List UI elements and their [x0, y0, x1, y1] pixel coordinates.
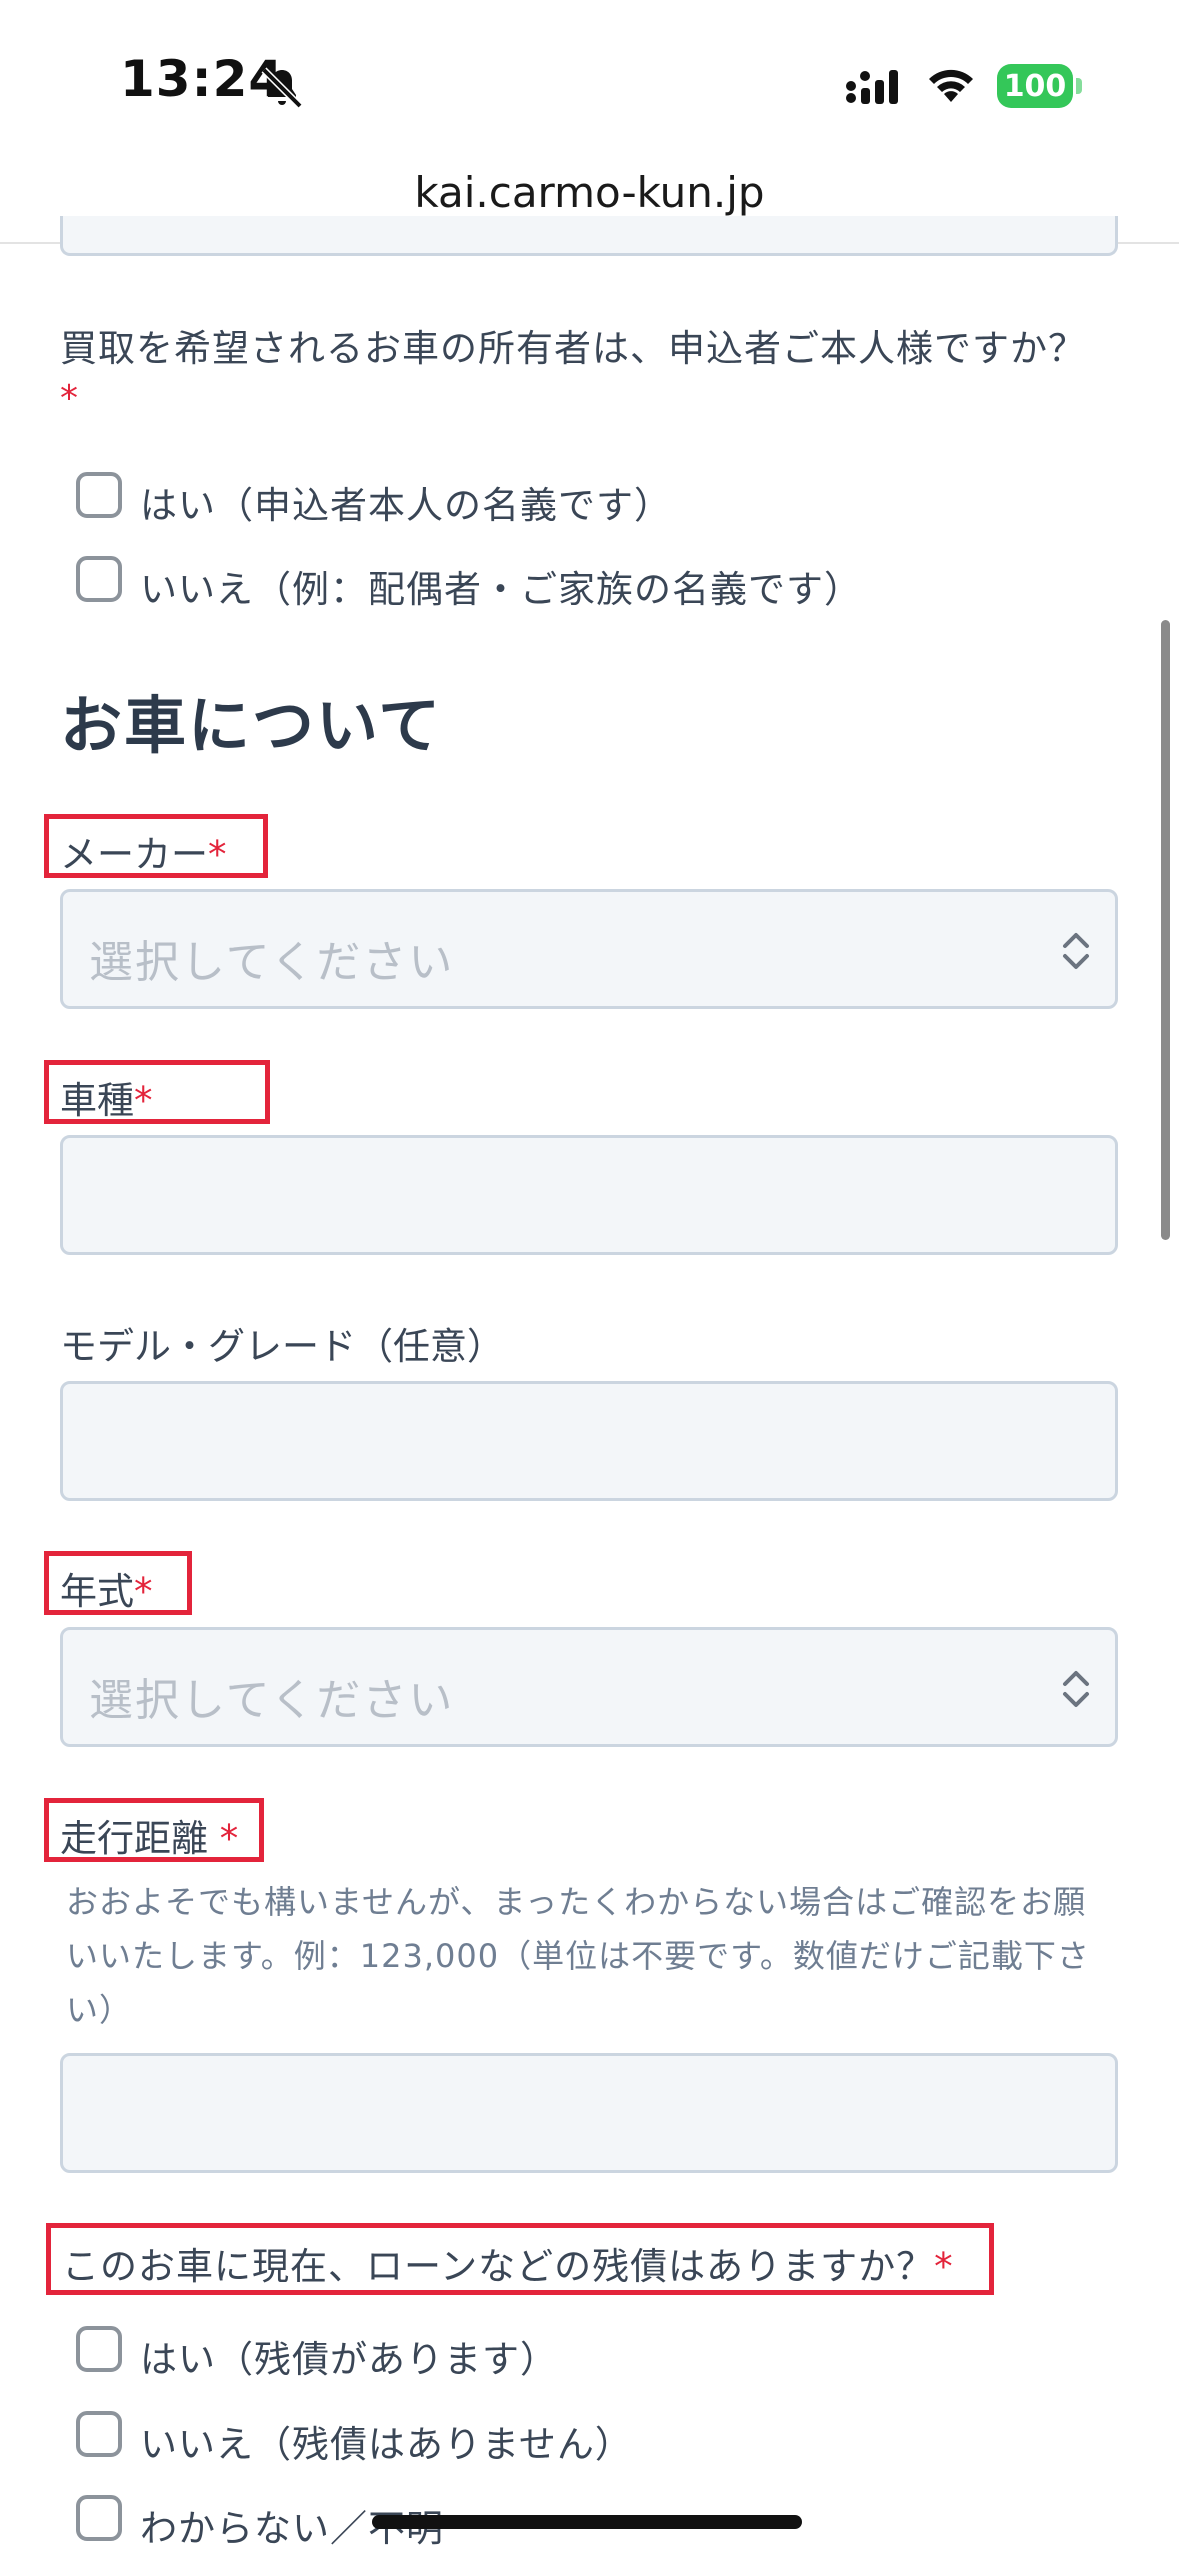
mileage-hint-line: おおよそでも構いませんが、まったくわからない場合はご確認をお願	[66, 1883, 1087, 1921]
maker-required-mark: *	[208, 833, 227, 876]
owner-option-no-label[interactable]: いいえ（例：配偶者・ご家族の名義です）	[140, 559, 862, 613]
model-required-mark: *	[134, 1079, 153, 1122]
owner-option-yes-checkbox[interactable]	[76, 472, 122, 518]
section-title: お車について	[60, 689, 443, 762]
mileage-label: 走行距離 *	[60, 1817, 239, 1860]
year-label: 年式*	[60, 1570, 153, 1613]
previous-field-edge[interactable]	[60, 216, 1118, 256]
model-label: 車種*	[60, 1079, 153, 1122]
year-select-placeholder: 選択してください	[89, 1675, 455, 1726]
mileage-input[interactable]	[60, 2053, 1118, 2173]
owner-option-yes-label[interactable]: はい（申込者本人の名義です）	[140, 475, 672, 529]
mileage-hint: おおよそでも構いませんが、まったくわからない場合はご確認をお願 いいたします。例…	[66, 1875, 1106, 2037]
cellular-signal-icon	[846, 70, 898, 104]
maker-select-placeholder: 選択してください	[89, 937, 455, 988]
loan-question-text: このお車に現在、ローンなどの残債はありますか？*	[62, 2245, 954, 2288]
loan-option-unknown-checkbox[interactable]	[76, 2495, 122, 2541]
mileage-required-mark: *	[219, 1817, 239, 1860]
mileage-hint-line: い）	[66, 1991, 133, 2029]
loan-option-no-label[interactable]: いいえ（残債はありません）	[140, 2414, 633, 2468]
owner-question-text: 買取を希望されるお車の所有者は、申込者ご本人様ですか？	[60, 327, 1086, 370]
year-select[interactable]: 選択してください	[60, 1627, 1118, 1747]
maker-label: メーカー*	[60, 833, 227, 876]
scrollbar[interactable]	[1161, 620, 1170, 1240]
bell-slash-icon	[261, 67, 303, 109]
loan-question-required-mark: *	[934, 2245, 954, 2288]
loan-option-no-checkbox[interactable]	[76, 2411, 122, 2457]
model-input[interactable]	[60, 1135, 1118, 1255]
owner-question-required-mark: *	[60, 378, 78, 419]
grade-input[interactable]	[60, 1381, 1118, 1501]
select-chevron-icon	[1063, 933, 1089, 969]
battery-nub	[1076, 78, 1082, 94]
wifi-icon	[929, 69, 973, 102]
home-indicator[interactable]	[372, 2515, 802, 2529]
loan-option-yes-checkbox[interactable]	[76, 2326, 122, 2372]
year-required-mark: *	[134, 1570, 153, 1613]
owner-option-no-checkbox[interactable]	[76, 556, 122, 602]
url-bar[interactable]: kai.carmo-kun.jp	[0, 168, 1179, 217]
mileage-hint-line: いいたします。例：123,000（単位は不要です。数値だけご記載下さ	[66, 1937, 1090, 1975]
battery-icon: 100	[997, 64, 1073, 108]
maker-select[interactable]: 選択してください	[60, 889, 1118, 1009]
grade-label: モデル・グレード（任意）	[60, 1325, 504, 1368]
select-chevron-icon	[1063, 1671, 1089, 1707]
loan-option-yes-label[interactable]: はい（残債があります）	[140, 2329, 558, 2383]
